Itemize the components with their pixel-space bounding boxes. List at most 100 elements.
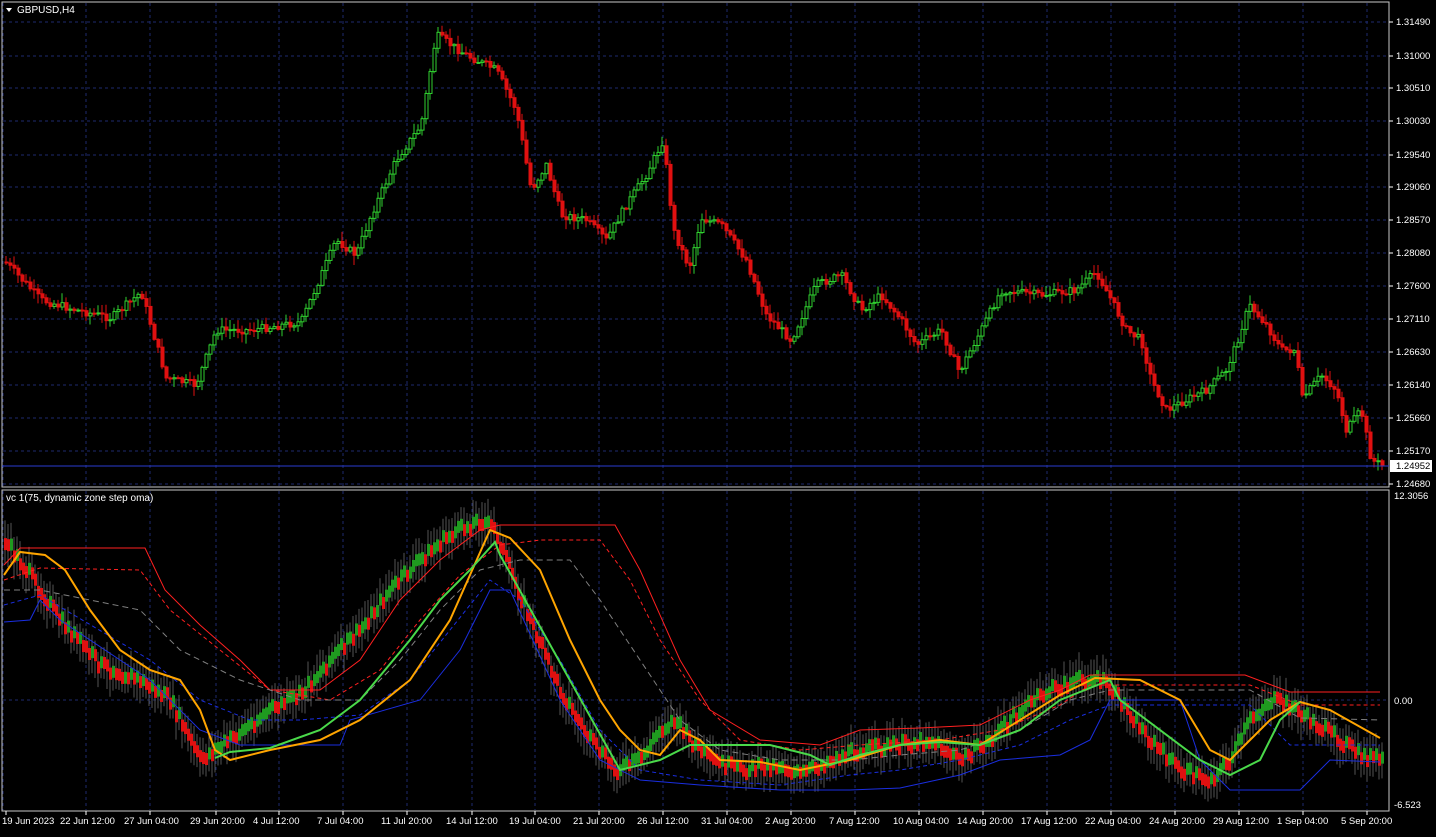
candle[interactable] (752, 272, 757, 284)
indicator-bar[interactable] (427, 529, 430, 565)
candle[interactable] (1016, 285, 1021, 297)
candle[interactable] (96, 305, 101, 316)
indicator-bar[interactable] (1156, 727, 1159, 771)
candle[interactable] (144, 291, 149, 314)
candle[interactable] (884, 290, 889, 306)
indicator-bar[interactable] (1339, 728, 1342, 768)
candle[interactable] (16, 264, 21, 284)
indicator-bar[interactable] (1147, 721, 1150, 761)
indicator-bar[interactable] (79, 623, 82, 662)
indicator-bar[interactable] (676, 707, 679, 747)
candle[interactable] (20, 273, 25, 287)
indicator-bar[interactable] (859, 730, 862, 773)
candle[interactable] (296, 312, 301, 332)
candle[interactable] (1192, 386, 1197, 402)
indicator-bar[interactable] (364, 601, 367, 640)
indicator-bar[interactable] (250, 703, 253, 741)
chart-canvas[interactable]: GBPUSD,H4 vc 1(75, dynamic zone step oma… (0, 0, 1436, 832)
indicator-bar[interactable] (1087, 664, 1090, 704)
candle[interactable] (420, 116, 425, 136)
candle[interactable] (32, 279, 37, 299)
candle[interactable] (764, 299, 769, 321)
price-axis[interactable]: 1.31490 1.31000 1.30510 1.30030 1.29540 1.290… (1389, 17, 1430, 490)
indicator-bar[interactable] (319, 649, 322, 690)
candle[interactable] (1372, 454, 1377, 468)
indicator-bar[interactable] (94, 640, 97, 679)
indicator-bar[interactable] (574, 700, 577, 735)
candle[interactable] (588, 215, 593, 226)
indicator-bar[interactable] (190, 723, 193, 763)
indicator-bar[interactable] (1174, 742, 1177, 783)
candle[interactable] (1356, 408, 1361, 424)
candle[interactable] (704, 209, 709, 225)
indicator-bar[interactable] (922, 728, 925, 764)
candle[interactable] (176, 375, 181, 380)
candle[interactable] (1228, 356, 1233, 382)
candle[interactable] (1348, 419, 1353, 435)
indicator-bar[interactable] (1279, 675, 1282, 715)
candle[interactable] (264, 317, 269, 334)
indicator-bar[interactable] (775, 745, 778, 790)
candle[interactable] (436, 26, 441, 54)
candle[interactable] (804, 300, 809, 326)
candle[interactable] (1248, 295, 1253, 319)
candle[interactable] (340, 231, 345, 253)
indicator-bar[interactable] (1015, 696, 1018, 734)
candle[interactable] (1124, 322, 1129, 329)
indicator-bar[interactable] (910, 725, 913, 768)
candle[interactable] (352, 240, 357, 265)
candle[interactable] (204, 352, 209, 371)
candle[interactable] (684, 247, 689, 268)
candle[interactable] (1268, 321, 1273, 345)
indicator-bar[interactable] (655, 716, 658, 755)
candle[interactable] (392, 157, 397, 184)
indicator-bar[interactable] (313, 665, 316, 696)
indicator-bar[interactable] (421, 543, 424, 582)
candle[interactable] (536, 178, 541, 193)
indicator-bar[interactable] (883, 735, 886, 771)
indicator-bar[interactable] (1243, 705, 1246, 748)
candle[interactable] (408, 136, 413, 154)
indicator-bar[interactable] (187, 715, 190, 752)
indicator-bar[interactable] (1024, 689, 1027, 726)
indicator-bar[interactable] (853, 731, 856, 770)
candle[interactable] (1012, 285, 1017, 303)
candle[interactable] (552, 175, 557, 198)
candle[interactable] (984, 311, 989, 329)
indicator-bar[interactable] (796, 755, 799, 791)
indicator-bar[interactable] (460, 507, 463, 545)
symbol-label[interactable]: GBPUSD,H4 (17, 5, 75, 16)
indicator-bar[interactable] (106, 642, 109, 689)
candle[interactable] (92, 308, 97, 318)
candle[interactable] (1328, 371, 1333, 390)
indicator-bar[interactable] (43, 580, 46, 620)
candle[interactable] (1312, 377, 1317, 388)
candle[interactable] (1276, 331, 1281, 350)
candle[interactable] (680, 237, 685, 260)
candle[interactable] (1020, 280, 1025, 294)
indicator-bar[interactable] (892, 717, 895, 759)
candle[interactable] (864, 307, 869, 313)
indicator-bar[interactable] (391, 571, 394, 602)
candle[interactable] (216, 327, 221, 340)
candle[interactable] (28, 276, 33, 292)
indicator-bar[interactable] (955, 734, 958, 771)
candle[interactable] (840, 269, 845, 285)
indicator-bar[interactable] (253, 703, 256, 747)
candle[interactable] (384, 178, 389, 194)
candle[interactable] (1120, 313, 1125, 335)
indicator-bar[interactable] (454, 512, 457, 548)
indicator-bar[interactable] (1333, 713, 1336, 756)
indicator-bar[interactable] (685, 710, 688, 747)
indicator-bar[interactable] (439, 526, 442, 570)
candle[interactable] (400, 149, 405, 162)
indicator-bar[interactable] (841, 735, 844, 771)
indicator-bar[interactable] (331, 642, 334, 679)
candle[interactable] (1232, 341, 1237, 372)
candle[interactable] (472, 51, 477, 65)
indicator-bar[interactable] (19, 541, 22, 580)
candle[interactable] (164, 365, 169, 382)
indicator-bar[interactable] (1306, 694, 1309, 736)
candle[interactable] (928, 327, 933, 341)
candle[interactable] (600, 224, 605, 244)
